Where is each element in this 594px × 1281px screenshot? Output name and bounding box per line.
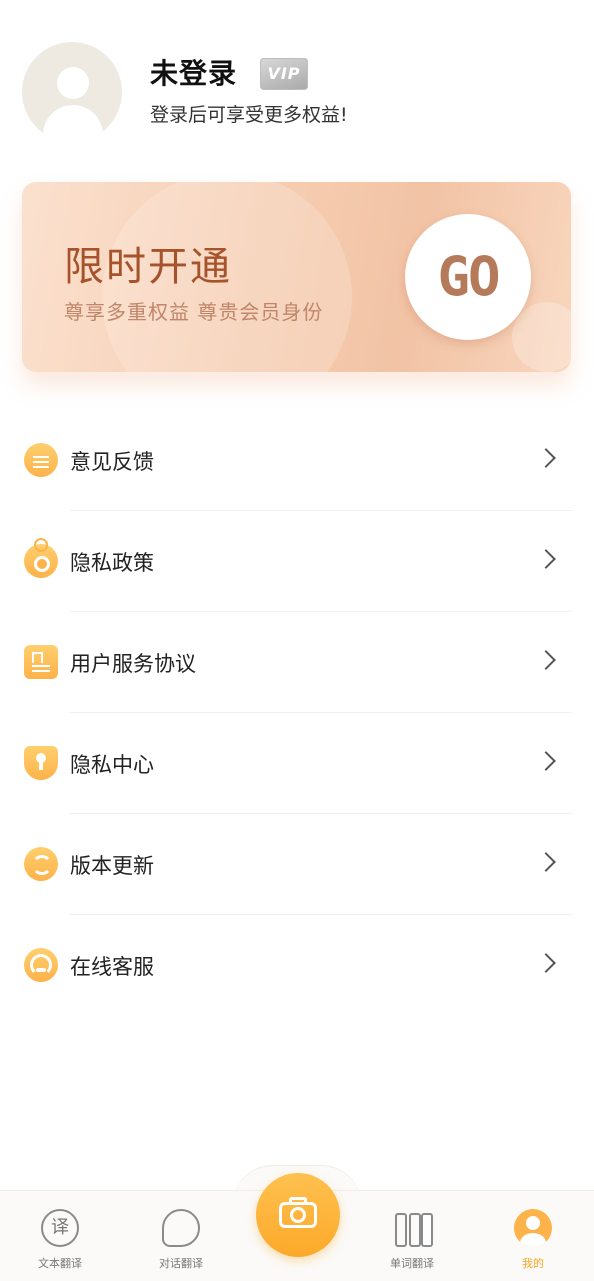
shield-icon (24, 746, 58, 780)
vip-promo-banner[interactable]: 限时开通 尊享多重权益 尊贵会员身份 GO (22, 182, 571, 372)
translate-icon: 译 (41, 1209, 79, 1247)
menu-item-label: 在线客服 (70, 955, 154, 979)
update-icon (24, 847, 58, 881)
avatar-head (57, 67, 89, 99)
menu-item-user-agreement[interactable]: 用户服务协议 (0, 612, 594, 713)
camera-lens-icon (290, 1207, 306, 1223)
tab-word-translate[interactable]: 单词翻译 (362, 1209, 462, 1271)
camera-button[interactable] (256, 1173, 340, 1257)
menu-item-label: 隐私政策 (70, 551, 154, 575)
privacy-policy-icon (24, 538, 58, 578)
menu-item-label: 隐私中心 (70, 753, 154, 777)
chevron-right-icon (536, 751, 556, 771)
headset-icon (24, 948, 58, 982)
chevron-right-icon (536, 549, 556, 569)
chevron-right-icon (536, 448, 556, 468)
settings-menu: 意见反馈 隐私政策 用户服务协议 隐私中心 版本更新 在线客服 (0, 410, 594, 1016)
chevron-right-icon (536, 953, 556, 973)
vip-badge: VIP (260, 58, 308, 90)
tab-mine[interactable]: 我的 (483, 1209, 583, 1271)
tab-text-translate[interactable]: 译 文本翻译 (10, 1209, 110, 1271)
profile-icon (514, 1209, 552, 1247)
avatar-body (43, 105, 103, 142)
tab-label: 文本翻译 (38, 1257, 82, 1270)
menu-item-online-service[interactable]: 在线客服 (0, 915, 594, 1016)
chat-bubble-icon (162, 1209, 200, 1247)
banner-title: 限时开通 (64, 244, 232, 290)
chevron-right-icon (536, 650, 556, 670)
menu-item-feedback[interactable]: 意见反馈 (0, 410, 594, 511)
username[interactable]: 未登录 (150, 52, 237, 92)
books-icon (393, 1209, 431, 1247)
avatar[interactable] (22, 42, 122, 142)
agreement-icon (24, 645, 58, 679)
chevron-right-icon (536, 852, 556, 872)
tab-dialog-translate[interactable]: 对话翻译 (131, 1209, 231, 1271)
menu-item-label: 版本更新 (70, 854, 154, 878)
go-button[interactable]: GO (405, 214, 531, 340)
menu-item-version-update[interactable]: 版本更新 (0, 814, 594, 915)
banner-subtitle: 尊享多重权益 尊贵会员身份 (64, 300, 324, 324)
tab-label: 我的 (522, 1257, 544, 1270)
menu-item-label: 意见反馈 (70, 450, 154, 474)
menu-item-privacy-policy[interactable]: 隐私政策 (0, 511, 594, 612)
feedback-icon (24, 443, 58, 477)
profile-header[interactable]: 未登录 VIP 登录后可享受更多权益! (22, 42, 582, 142)
menu-item-privacy-center[interactable]: 隐私中心 (0, 713, 594, 814)
tab-label: 单词翻译 (390, 1257, 434, 1270)
login-hint: 登录后可享受更多权益! (150, 104, 348, 126)
banner-decoration (512, 302, 571, 372)
menu-item-label: 用户服务协议 (70, 652, 196, 676)
tab-label: 对话翻译 (159, 1257, 203, 1270)
